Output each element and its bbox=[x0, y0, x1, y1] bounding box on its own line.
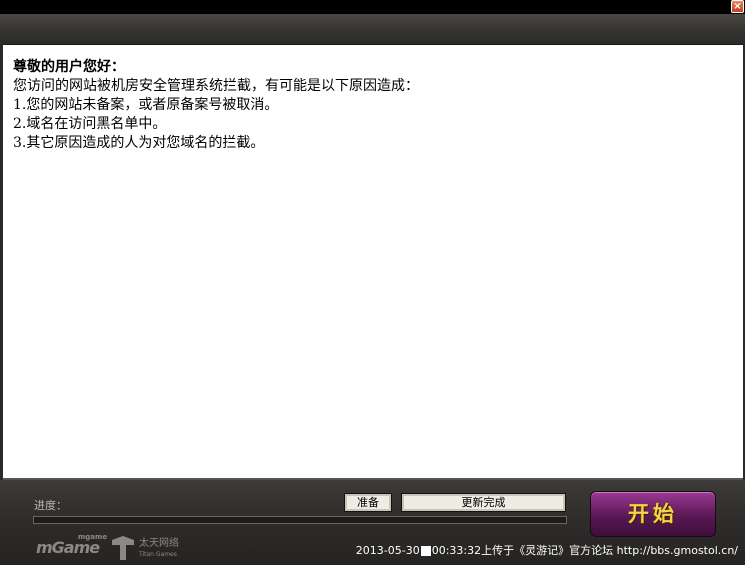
status-ready-box: 准备 bbox=[344, 493, 392, 512]
message-line: 1.您的网站未备案，或者原备案号被取消。 bbox=[13, 97, 279, 113]
notice-text: 上传于《灵游记》官方论坛 http://bbs.gmostol.cn/ bbox=[481, 544, 738, 557]
titan-logo: 太天网络 Titan Games bbox=[139, 538, 179, 560]
upload-notice: 2013-05-30 00:33:32上传于《灵游记》官方论坛 http://bb… bbox=[356, 542, 738, 558]
mgame-logo-small: mgame bbox=[78, 533, 108, 541]
start-button[interactable]: 开始 bbox=[590, 491, 716, 537]
titan-logo-icon bbox=[112, 536, 134, 560]
close-button[interactable]: × bbox=[731, 0, 744, 13]
notice-date: 2013-05-30 bbox=[355, 544, 420, 557]
titan-logo-text: 太天网络 bbox=[139, 538, 179, 549]
notice-time: 00:33:32 bbox=[431, 544, 482, 557]
header-band bbox=[0, 14, 745, 44]
mgame-logo: mGame mgame bbox=[36, 533, 107, 558]
progress-label: 进度： bbox=[34, 499, 67, 512]
launcher-bottom-bar: 进度： 准备 更新完成 开始 mGame mgame 太天网络 Titan Ga… bbox=[0, 480, 745, 565]
greeting-text: 尊敬的用户您好： bbox=[13, 59, 125, 75]
message-line: 3.其它原因造成的人为对您域名的拦截。 bbox=[13, 135, 265, 151]
window-titlebar: × bbox=[0, 0, 745, 14]
message-panel: 尊敬的用户您好： 您访问的网站被机房安全管理系统拦截，有可能是以下原因造成： 1… bbox=[3, 44, 743, 480]
square-icon bbox=[420, 546, 431, 556]
titan-logo-sub: Titan Games bbox=[139, 551, 177, 558]
status-update-box: 更新完成 bbox=[401, 493, 566, 512]
message-line: 2.域名在访问黑名单中。 bbox=[13, 116, 167, 132]
message-line: 您访问的网站被机房安全管理系统拦截，有可能是以下原因造成： bbox=[13, 78, 419, 94]
progress-bar bbox=[33, 516, 567, 524]
